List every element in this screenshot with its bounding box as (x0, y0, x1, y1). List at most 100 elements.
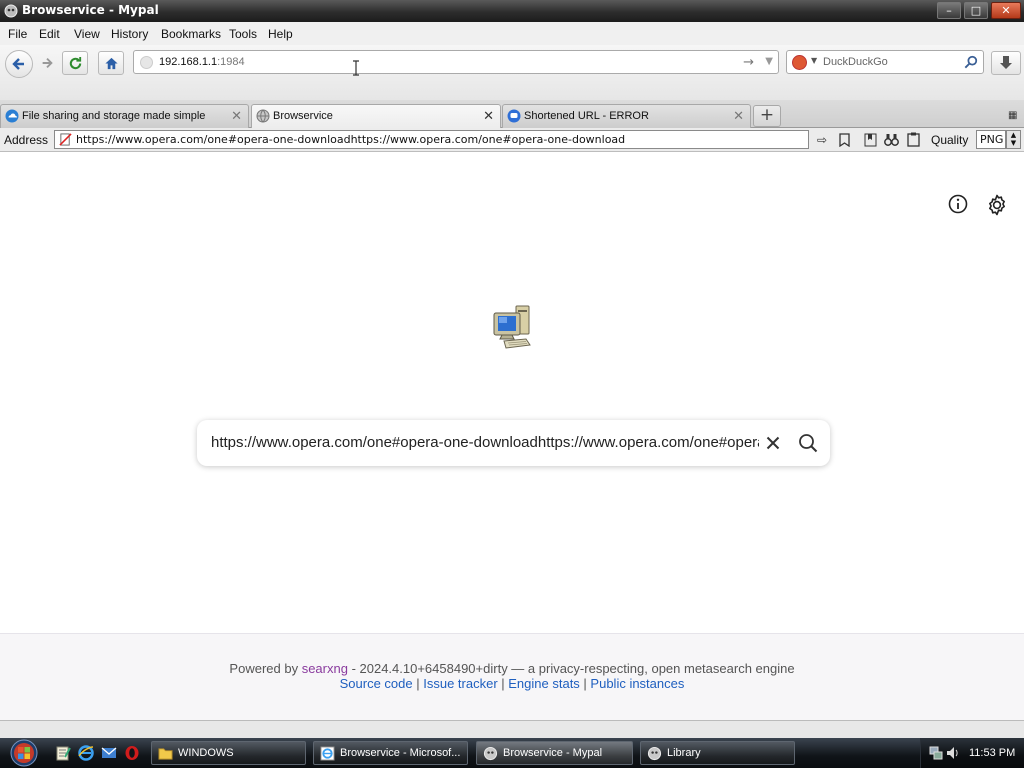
system-tray: 11:53 PM (920, 738, 1024, 768)
find-binoculars-icon[interactable] (882, 131, 900, 148)
menu-history[interactable]: History (111, 27, 148, 41)
clear-search-icon[interactable] (763, 433, 783, 453)
arrow-right-icon (42, 57, 53, 69)
computer-logo-icon (493, 305, 531, 349)
search-form: https://www.opera.com/one#opera-one-down… (197, 420, 830, 466)
maximize-button[interactable]: □ (964, 2, 988, 19)
window-title: Browservice - Mypal (22, 3, 159, 17)
tab-label: Shortened URL - ERROR (524, 110, 649, 122)
navigate-arrow-icon[interactable]: ⇨ (813, 131, 831, 148)
navigation-toolbar: 192.168.1.1:1984 → ▼ ▼ DuckDuckGo (0, 45, 1024, 100)
footer-links: Source code | Issue tracker | Engine sta… (0, 676, 1024, 691)
reload-button[interactable] (62, 51, 88, 75)
address-label: Address (4, 133, 49, 147)
minimize-button[interactable]: – (937, 2, 961, 19)
page-footer: Powered by searxng - 2024.4.10+6458490+d… (0, 633, 1024, 720)
close-tab-icon[interactable]: ✕ (733, 108, 744, 124)
url-text[interactable]: 192.168.1.1:1984 (159, 56, 245, 68)
gear-icon[interactable] (985, 193, 1009, 217)
address-field[interactable]: https://www.opera.com/one#opera-one-down… (54, 130, 809, 149)
notepad-icon[interactable] (55, 745, 71, 761)
engine-dropdown-icon[interactable]: ▼ (811, 56, 817, 65)
browservice-control-bar: Address https://www.opera.com/one#opera-… (0, 128, 1024, 152)
bookmark-icon[interactable] (835, 131, 853, 148)
go-arrow-icon[interactable]: → (743, 55, 754, 70)
mypal-icon (647, 746, 662, 761)
volume-icon[interactable] (946, 745, 960, 761)
duckduckgo-icon[interactable] (792, 55, 807, 70)
chat-icon (507, 109, 521, 123)
searxng-link[interactable]: searxng (302, 661, 348, 676)
insecure-page-icon (59, 133, 72, 146)
url-bar[interactable]: 192.168.1.1:1984 → ▼ (133, 50, 779, 74)
version-text: - 2024.4.10+6458490+dirty — a privacy-re… (347, 661, 795, 676)
tab-browservice[interactable]: Browservice ✕ (251, 104, 501, 129)
quality-format-field[interactable]: PNG (976, 130, 1006, 149)
quality-label: Quality (931, 133, 969, 147)
start-button[interactable] (4, 738, 44, 768)
ie-icon[interactable] (78, 745, 94, 761)
task-label: Browservice - Mypal (503, 747, 603, 759)
outlook-icon[interactable] (101, 745, 117, 761)
title-bar: Browservice - Mypal – □ ✕ (0, 0, 1024, 22)
footer-powered-by: Powered by searxng - 2024.4.10+6458490+d… (0, 661, 1024, 676)
powered-by-text: Powered by (229, 661, 299, 676)
arrow-left-icon (12, 58, 24, 70)
taskbar-item-library[interactable]: Library (640, 741, 795, 765)
tab-shortened-url[interactable]: Shortened URL - ERROR ✕ (502, 104, 751, 128)
taskbar-item-browservice-mypal[interactable]: Browservice - Mypal (476, 741, 633, 765)
tab-label: File sharing and storage made simple (22, 110, 206, 122)
status-bar (0, 720, 1024, 738)
menu-view[interactable]: View (74, 27, 100, 41)
page-content: https://www.opera.com/one#opera-one-down… (0, 153, 1024, 720)
info-icon[interactable] (947, 193, 969, 215)
search-input[interactable]: https://www.opera.com/one#opera-one-down… (211, 434, 759, 451)
reload-icon (69, 56, 81, 69)
cloud-icon (5, 109, 19, 123)
globe-icon (256, 109, 270, 123)
ie-icon (320, 746, 335, 761)
home-button[interactable] (98, 51, 124, 75)
menu-edit[interactable]: Edit (39, 27, 60, 41)
bookmarks-list-icon[interactable] (861, 131, 879, 148)
back-button[interactable] (5, 50, 33, 78)
separator: | (497, 676, 509, 691)
public-instances-link[interactable]: Public instances (590, 676, 684, 691)
source-code-link[interactable]: Source code (340, 676, 413, 691)
downloads-button[interactable] (991, 51, 1021, 75)
issue-tracker-link[interactable]: Issue tracker (423, 676, 497, 691)
url-history-dropdown-icon[interactable]: ▼ (765, 56, 773, 67)
close-window-button[interactable]: ✕ (991, 2, 1021, 19)
menu-help[interactable]: Help (268, 27, 293, 41)
separator: | (412, 676, 424, 691)
system-clock[interactable]: 11:53 PM (969, 747, 1015, 759)
task-label: Browservice - Microsof... (340, 747, 461, 759)
list-all-tabs-icon[interactable]: ▦ (1008, 110, 1017, 121)
folder-icon (158, 748, 173, 760)
search-placeholder[interactable]: DuckDuckGo (823, 56, 888, 68)
taskbar-item-browservice-ie[interactable]: Browservice - Microsof... (313, 741, 468, 765)
menu-bookmarks[interactable]: Bookmarks (161, 27, 221, 41)
quality-spinner[interactable]: ▲ ▼ (1006, 130, 1021, 149)
download-arrow-icon (1000, 56, 1012, 69)
separator: | (579, 676, 591, 691)
menu-tools[interactable]: Tools (229, 27, 257, 41)
menu-file[interactable]: File (8, 27, 27, 41)
new-tab-button[interactable]: + (753, 105, 781, 127)
clipboard-icon[interactable] (904, 131, 922, 148)
close-tab-icon[interactable]: ✕ (483, 108, 494, 124)
network-icon[interactable] (929, 745, 943, 761)
address-url[interactable]: https://www.opera.com/one#opera-one-down… (76, 133, 625, 146)
forward-button[interactable] (34, 51, 60, 75)
search-icon[interactable] (964, 55, 978, 69)
engine-stats-link[interactable]: Engine stats (508, 676, 580, 691)
close-tab-icon[interactable]: ✕ (231, 108, 242, 124)
search-icon[interactable] (797, 432, 819, 454)
tab-file-sharing[interactable]: File sharing and storage made simple ✕ (0, 104, 249, 128)
site-identity-icon[interactable] (140, 56, 153, 69)
search-bar[interactable]: ▼ DuckDuckGo (786, 50, 984, 74)
opera-icon[interactable] (124, 745, 140, 761)
taskbar-item-windows[interactable]: WINDOWS (151, 741, 306, 765)
home-icon (104, 57, 118, 69)
tab-label: Browservice (273, 110, 333, 122)
